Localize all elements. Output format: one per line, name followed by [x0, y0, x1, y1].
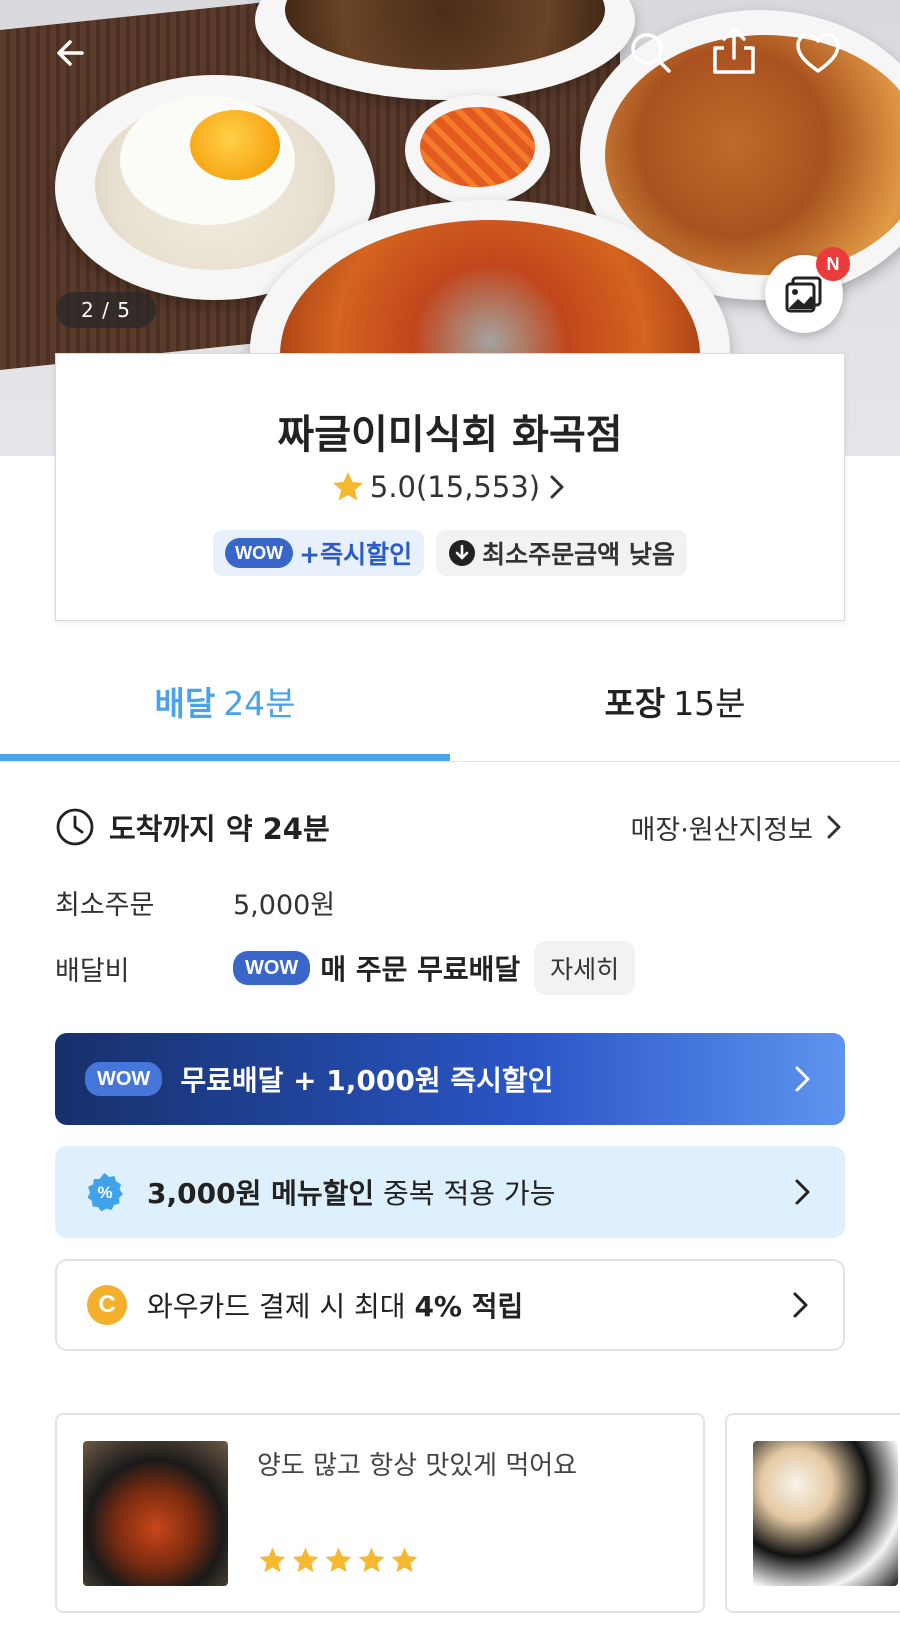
review-rating	[257, 1545, 420, 1576]
star-icon	[358, 1547, 385, 1573]
min-order-badge: 최소주문금액 낮음	[436, 530, 687, 576]
store-origin-info-label: 매장·원산지정보	[630, 814, 813, 846]
tab-pickup-label: 포장	[604, 684, 666, 723]
store-origin-info-link[interactable]: 매장·원산지정보	[631, 808, 845, 847]
chevron-right-icon	[793, 1292, 808, 1318]
delivery-fee-row: 배달비 WOW 매 주문 무료배달 자세히	[55, 940, 845, 996]
heart-icon	[796, 33, 840, 73]
menu-discount-note: 중복 적용 가능	[374, 1177, 556, 1210]
search-icon	[631, 33, 671, 73]
down-arrow-circle-icon	[449, 540, 476, 566]
tab-delivery-time: 24분	[223, 684, 296, 723]
wow-tag: WOW	[85, 1062, 163, 1096]
review-card[interactable]: 양도 많고 항상 맛있게 먹어요	[55, 1413, 705, 1613]
free-delivery-text: 매 주문 무료배달	[320, 953, 521, 986]
chevron-right-icon	[827, 815, 841, 839]
delivery-fee-value: WOW 매 주문 무료배달 자세히	[233, 941, 636, 995]
star-icon	[332, 472, 363, 501]
chevron-right-icon	[795, 1179, 810, 1205]
wow-promo-text: 무료배달 + 1,000원 즉시할인	[180, 1064, 554, 1097]
review-photo	[753, 1441, 898, 1586]
menu-discount-banner[interactable]: % 3,000원 메뉴할인 중복 적용 가능	[55, 1146, 845, 1238]
tab-pickup[interactable]: 포장 15분	[450, 640, 900, 762]
arrival-info-row: 도착까지 약 24분 매장·원산지정보	[55, 805, 845, 849]
order-type-tabs: 배달 24분 포장 15분	[0, 640, 900, 762]
egg-yolk	[190, 110, 280, 180]
search-button[interactable]	[623, 25, 679, 81]
arrow-left-icon	[57, 40, 84, 66]
coin-icon: C	[87, 1285, 127, 1325]
wow-card-text: 와우카드 결제 시 최대	[147, 1290, 415, 1323]
discount-percent-icon: %	[87, 1173, 123, 1212]
active-tab-indicator	[0, 754, 450, 761]
arrival-time: 도착까지 약 24분	[55, 806, 330, 848]
review-card[interactable]	[725, 1413, 900, 1613]
side-dish-bowl	[405, 95, 550, 205]
rating-value: 5.0(15,553)	[369, 470, 541, 504]
clock-icon	[56, 808, 94, 846]
new-badge: N	[816, 247, 850, 281]
wow-card-banner[interactable]: C 와우카드 결제 시 최대 4% 적립	[55, 1259, 845, 1351]
tab-delivery[interactable]: 배달 24분	[0, 640, 450, 762]
menu-discount-amount: 3,000원 메뉴할인	[147, 1177, 375, 1210]
store-badges: WOW +즉시할인 최소주문금액 낮음	[56, 530, 844, 576]
detail-button[interactable]: 자세히	[534, 941, 636, 995]
min-order-low-label: 최소주문금액 낮음	[482, 540, 675, 569]
store-name: 짜글이미식회 화곡점	[277, 412, 623, 458]
tab-pickup-time: 15분	[673, 684, 746, 723]
rating-link[interactable]: 5.0(15,553)	[56, 469, 844, 505]
image-counter: 2 / 5	[56, 292, 156, 328]
wow-promo-banner[interactable]: WOW 무료배달 + 1,000원 즉시할인	[55, 1033, 845, 1125]
chevron-right-icon	[795, 1066, 810, 1092]
chevron-right-icon	[550, 475, 564, 499]
review-photo	[83, 1441, 228, 1586]
wow-card-reward: 4% 적립	[414, 1290, 524, 1323]
instant-discount-label: +즉시할인	[299, 540, 413, 569]
share-button[interactable]	[706, 22, 762, 78]
min-order-value: 5,000원	[233, 889, 336, 921]
wow-tag: WOW	[233, 951, 311, 985]
wow-tag: WOW	[225, 538, 294, 568]
svg-text:%: %	[97, 1183, 112, 1202]
star-icon	[259, 1547, 286, 1573]
star-icon	[292, 1547, 319, 1573]
image-gallery-icon	[785, 276, 822, 313]
min-order-label: 최소주문	[55, 889, 155, 921]
min-order-row: 최소주문 5,000원	[55, 880, 845, 924]
store-info-card: 짜글이미식회 화곡점 5.0(15,553) WOW +즉시할인 최소주문금액 …	[55, 353, 845, 621]
back-button[interactable]	[44, 25, 100, 81]
tab-delivery-label: 배달	[154, 684, 216, 723]
star-icon	[325, 1547, 352, 1573]
wow-discount-badge: WOW +즉시할인	[213, 530, 425, 576]
review-text: 양도 많고 항상 맛있게 먹어요	[257, 1451, 578, 1481]
share-icon	[713, 27, 755, 74]
arrival-text: 도착까지 약 24분	[109, 812, 330, 846]
star-icon	[391, 1547, 418, 1573]
delivery-fee-label: 배달비	[55, 955, 130, 987]
favorite-button[interactable]	[790, 25, 846, 81]
